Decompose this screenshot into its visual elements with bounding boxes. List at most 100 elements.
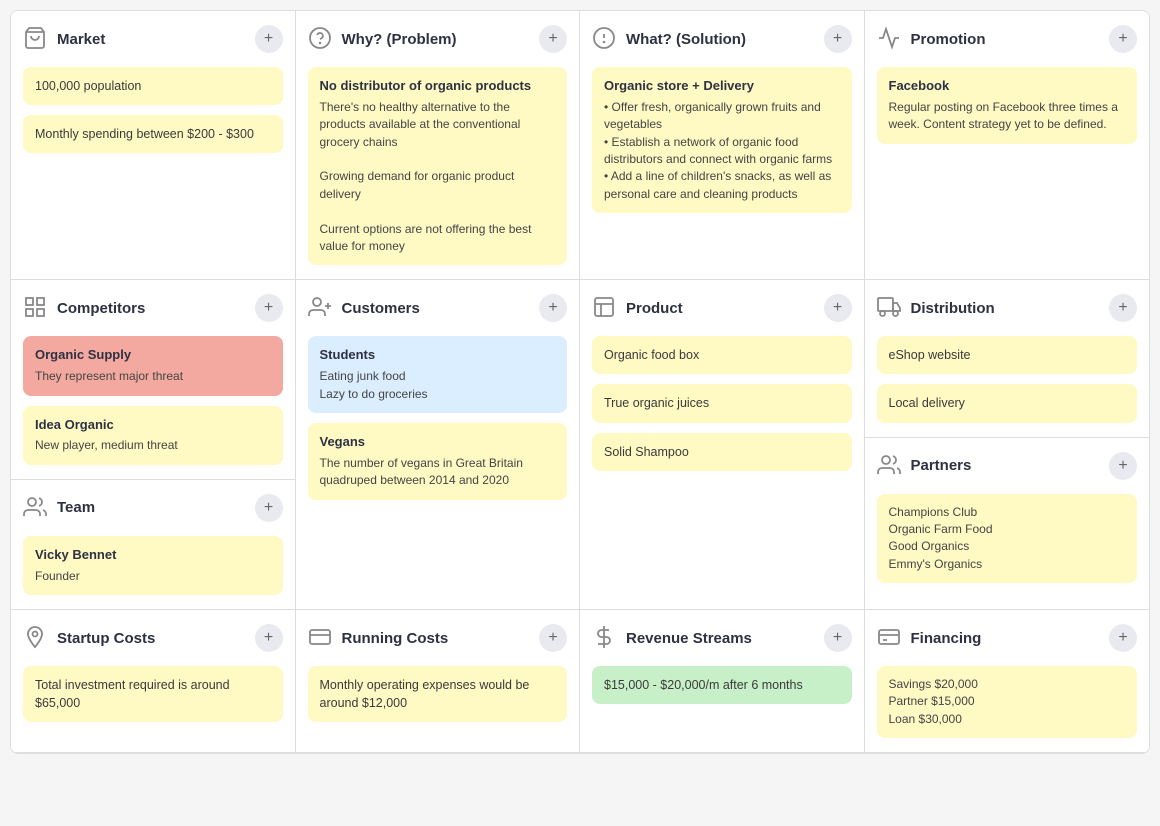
running-title: Running Costs [342, 630, 449, 647]
competitors-title: Competitors [57, 300, 145, 317]
column-solution: What? (Solution) + Organic store + Deliv… [580, 11, 865, 280]
vegans-text: The number of vegans in Great Britain qu… [320, 455, 556, 490]
product-icon [592, 295, 618, 321]
column-financing: Financing + Savings $20,000 Partner $15,… [865, 610, 1150, 753]
competitors-add-button[interactable]: + [255, 294, 283, 322]
revenue-add-button[interactable]: + [824, 624, 852, 652]
card-text: Monthly spending between $200 - $300 [35, 127, 254, 141]
why-title: Why? (Problem) [342, 31, 457, 48]
revenue-icon [592, 625, 618, 651]
solution-icon [592, 26, 618, 52]
section-team: Team + Vicky Bennet Founder [11, 480, 295, 609]
card-eshop: eShop website [877, 336, 1138, 374]
facebook-card-title: Facebook [889, 77, 1126, 96]
column-customers: Customers + Students Eating junk foodLaz… [296, 280, 581, 610]
problem-card-title: No distributor of organic products [320, 77, 556, 96]
solution-card-title: Organic store + Delivery [604, 77, 840, 96]
vegans-title: Vegans [320, 433, 556, 452]
financing-text: Savings $20,000 Partner $15,000 Loan $30… [889, 676, 1126, 728]
column-header-competitors: Competitors + [23, 294, 283, 322]
partners-icon [877, 453, 903, 479]
section-partners: Partners + Champions Club Organic Farm F… [865, 438, 1150, 598]
column-why-problem: Why? (Problem) + No distributor of organ… [296, 11, 581, 280]
startup-add-button[interactable]: + [255, 624, 283, 652]
card-facebook: Facebook Regular posting on Facebook thr… [877, 67, 1138, 144]
team-add-button[interactable]: + [255, 494, 283, 522]
why-add-button[interactable]: + [539, 25, 567, 53]
column-header-team: Team + [23, 494, 283, 522]
customers-add-button[interactable]: + [539, 294, 567, 322]
card-vegans: Vegans The number of vegans in Great Bri… [308, 423, 568, 500]
distribution-add-button[interactable]: + [1109, 294, 1137, 322]
card-running-cost: Monthly operating expenses would be arou… [308, 666, 568, 722]
market-icon [23, 26, 49, 52]
market-add-button[interactable]: + [255, 25, 283, 53]
card-idea-organic: Idea Organic New player, medium threat [23, 406, 283, 465]
facebook-card-body: Regular posting on Facebook three times … [889, 99, 1126, 134]
section-distribution: Distribution + eShop website Local deliv… [865, 280, 1150, 437]
card-revenue: $15,000 - $20,000/m after 6 months [592, 666, 852, 704]
column-header-why: Why? (Problem) + [308, 25, 568, 53]
column-header-partners: Partners + [877, 452, 1138, 480]
card-problem-main: No distributor of organic products There… [308, 67, 568, 265]
column-revenue: Revenue Streams + $15,000 - $20,000/m af… [580, 610, 865, 753]
column-header-solution: What? (Solution) + [592, 25, 852, 53]
financing-icon [877, 625, 903, 651]
revenue-text: $15,000 - $20,000/m after 6 months [604, 678, 803, 692]
column-startup-costs: Startup Costs + Total investment require… [11, 610, 296, 753]
card-shampoo: Solid Shampoo [592, 433, 852, 471]
customers-icon [308, 295, 334, 321]
customers-title: Customers [342, 300, 420, 317]
distribution-icon [877, 295, 903, 321]
idea-organic-title: Idea Organic [35, 416, 271, 435]
card-students: Students Eating junk foodLazy to do groc… [308, 336, 568, 413]
idea-organic-text: New player, medium threat [35, 437, 271, 454]
students-text: Eating junk foodLazy to do groceries [320, 368, 556, 403]
local-delivery-text: Local delivery [889, 396, 965, 410]
running-add-button[interactable]: + [539, 624, 567, 652]
solution-title: What? (Solution) [626, 31, 746, 48]
card-local-delivery: Local delivery [877, 384, 1138, 422]
startup-cost-text: Total investment required is around $65,… [35, 678, 230, 710]
card-text: 100,000 population [35, 79, 141, 93]
product-title: Product [626, 300, 683, 317]
eshop-text: eShop website [889, 348, 971, 362]
column-header-revenue: Revenue Streams + [592, 624, 852, 652]
column-header-running: Running Costs + [308, 624, 568, 652]
partners-add-button[interactable]: + [1109, 452, 1137, 480]
vicky-role: Founder [35, 568, 271, 585]
section-competitors: Competitors + Organic Supply They repres… [11, 280, 295, 479]
promotion-add-button[interactable]: + [1109, 25, 1137, 53]
column-running-costs: Running Costs + Monthly operating expens… [296, 610, 581, 753]
team-icon [23, 495, 49, 521]
column-distribution-partners: Distribution + eShop website Local deliv… [865, 280, 1150, 610]
column-market: Market + 100,000 population Monthly spen… [11, 11, 296, 280]
card-organic-supply: Organic Supply They represent major thre… [23, 336, 283, 395]
product-add-button[interactable]: + [824, 294, 852, 322]
solution-add-button[interactable]: + [824, 25, 852, 53]
card-solution-main: Organic store + Delivery • Offer fresh, … [592, 67, 852, 213]
financing-title: Financing [911, 630, 982, 647]
food-box-text: Organic food box [604, 348, 699, 362]
organic-supply-title: Organic Supply [35, 346, 271, 365]
card-partners-list: Champions Club Organic Farm Food Good Or… [877, 494, 1138, 584]
column-header-customers: Customers + [308, 294, 568, 322]
column-product: Product + Organic food box True organic … [580, 280, 865, 610]
competitors-icon [23, 295, 49, 321]
students-title: Students [320, 346, 556, 365]
juices-text: True organic juices [604, 396, 709, 410]
promotion-icon [877, 26, 903, 52]
organic-supply-text: They represent major threat [35, 368, 271, 385]
team-title: Team [57, 499, 95, 516]
column-header-startup: Startup Costs + [23, 624, 283, 652]
promotion-title: Promotion [911, 31, 986, 48]
financing-add-button[interactable]: + [1109, 624, 1137, 652]
column-competitors-team: Competitors + Organic Supply They repres… [11, 280, 296, 610]
shampoo-text: Solid Shampoo [604, 445, 689, 459]
column-header-product: Product + [592, 294, 852, 322]
column-header-distribution: Distribution + [877, 294, 1138, 322]
card-market-population: 100,000 population [23, 67, 283, 105]
solution-card-body: • Offer fresh, organically grown fruits … [604, 99, 840, 203]
vicky-name: Vicky Bennet [35, 546, 271, 565]
market-title: Market [57, 31, 105, 48]
